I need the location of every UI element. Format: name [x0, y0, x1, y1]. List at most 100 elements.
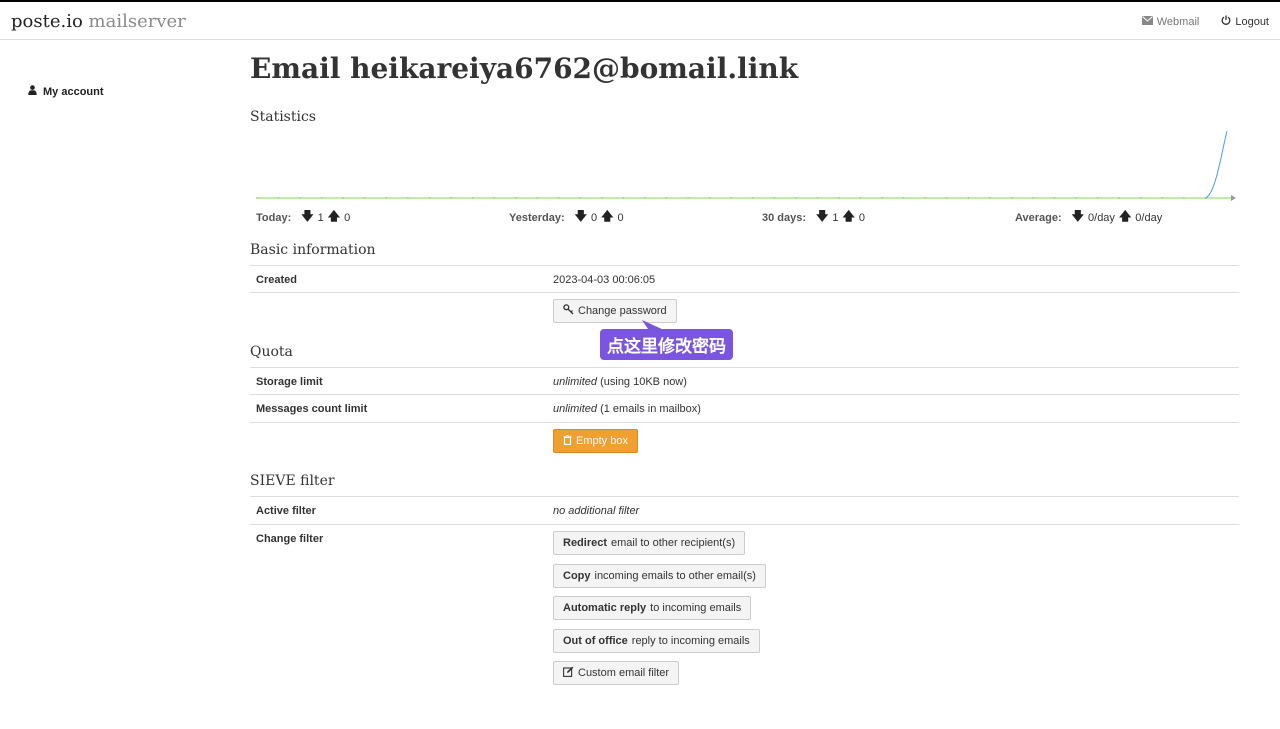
- messages-limit-value: unlimited (1 emails in mailbox): [553, 403, 701, 415]
- brand-main: poste.io: [11, 11, 83, 32]
- empty-box-button[interactable]: Empty box: [553, 429, 638, 453]
- chart-point: [1053, 197, 1056, 199]
- filter-button-bold: Out of office: [563, 635, 628, 647]
- stat-today-out: 0: [344, 211, 351, 224]
- redirect-filter-button[interactable]: Redirect email to other recipient(s): [553, 531, 746, 555]
- chart-series-line: [1205, 130, 1228, 199]
- chart-point: [924, 197, 927, 199]
- chart-point: [536, 197, 539, 199]
- chart-point: [859, 197, 862, 199]
- stat-today: Today: 🡇 1 🡅 0: [256, 207, 350, 228]
- filter-button-bold: Redirect: [563, 537, 608, 549]
- copy-filter-button[interactable]: Copy incoming emails to other email(s): [553, 564, 766, 588]
- top-navbar: poste.io mailserver Webmail Logout: [0, 0, 1280, 40]
- chart-point: [600, 197, 603, 199]
- automatic-reply-filter-button[interactable]: Automatic reply to incoming emails: [553, 596, 752, 620]
- table-row-active-filter: Active filter no additional filter: [250, 496, 1239, 524]
- chart-point: [1096, 197, 1099, 199]
- created-label: Created: [256, 274, 297, 286]
- key-icon: [563, 304, 574, 318]
- chart-point: [881, 197, 884, 199]
- storage-limit-em: unlimited: [553, 376, 598, 388]
- filter-button-text: reply to incoming emails: [631, 635, 750, 647]
- stat-today-in: 1: [317, 211, 324, 224]
- messages-limit-em: unlimited: [553, 403, 598, 415]
- logout-link[interactable]: Logout: [1221, 15, 1269, 28]
- chart-axis-arrow: [1231, 195, 1236, 201]
- chart-point: [557, 197, 560, 199]
- row-divider: [250, 422, 1239, 423]
- custom-email-filter-button[interactable]: Custom email filter: [553, 661, 680, 685]
- filter-button-text: to incoming emails: [650, 602, 742, 614]
- annotation-callout: 点这里修改密码: [600, 329, 733, 360]
- chart-point: [428, 197, 431, 199]
- filter-button-text: Custom email filter: [578, 667, 670, 679]
- chart-point: [708, 197, 711, 199]
- stat-yesterday-label: Yesterday:: [509, 211, 565, 224]
- chart-point: [902, 197, 905, 199]
- chart-point: [256, 197, 258, 199]
- stat-average-in: 0/day: [1088, 211, 1115, 224]
- chart-point: [514, 197, 517, 199]
- chart-point: [1139, 197, 1142, 199]
- row-divider: [250, 292, 1239, 293]
- stat-average-label: Average:: [1015, 211, 1062, 224]
- messages-limit-rest: (1 emails in mailbox): [600, 403, 701, 415]
- chart-point: [471, 197, 474, 199]
- chart-point: [773, 197, 776, 199]
- trash-icon: [563, 434, 572, 448]
- stat-yesterday-in: 0: [591, 211, 598, 224]
- chart-point: [385, 197, 388, 199]
- envelope-icon: [1141, 15, 1153, 28]
- chart-point: [794, 197, 797, 199]
- brand-sub: mailserver: [88, 11, 186, 32]
- table-row-messages: Messages count limit unlimited (1 emails…: [250, 394, 1239, 422]
- top-nav: Webmail Logout: [1141, 15, 1269, 28]
- change-filter-label: Change filter: [256, 533, 324, 545]
- storage-limit-rest: (using 10KB now): [600, 376, 687, 388]
- chart-point: [1182, 197, 1185, 199]
- chart-point: [493, 197, 496, 199]
- chart-point: [945, 197, 948, 199]
- chart-point: [967, 197, 970, 199]
- filter-button-bold: Automatic reply: [563, 602, 647, 614]
- chart-point: [450, 197, 452, 199]
- chart-point: [342, 197, 345, 199]
- chart-point: [277, 197, 280, 199]
- power-icon: [1221, 15, 1231, 28]
- chart-point: [644, 197, 646, 199]
- brand-logo[interactable]: poste.io mailserver: [11, 11, 186, 32]
- sieve-filter-title: SIEVE filter: [250, 473, 335, 489]
- chart-point: [1032, 197, 1034, 199]
- chart-point: [751, 197, 754, 199]
- logout-label: Logout: [1235, 15, 1269, 28]
- change-password-label: Change password: [578, 305, 667, 317]
- user-icon: [28, 85, 37, 98]
- chart-point: [1010, 197, 1013, 199]
- arrow-down-icon: 🡇: [816, 209, 829, 223]
- stat-30-days-label: 30 days:: [762, 211, 807, 224]
- active-filter-label: Active filter: [256, 505, 316, 517]
- chart-point: [1161, 197, 1164, 199]
- filter-button-bold: Copy: [563, 570, 591, 582]
- chart-point: [838, 197, 840, 199]
- webmail-link[interactable]: Webmail: [1141, 15, 1199, 28]
- sidebar-item-my-account[interactable]: My account: [28, 85, 104, 98]
- quota-title: Quota: [250, 344, 293, 360]
- chart-point: [622, 197, 625, 199]
- table-row-created: Created 2023-04-03 00:06:05: [250, 265, 1239, 293]
- page-title: Email heikareiya6762@bomail.link: [250, 52, 799, 85]
- out-of-office-filter-button[interactable]: Out of office reply to incoming emails: [553, 629, 760, 653]
- chart-point: [1118, 197, 1121, 199]
- stat-30-days: 30 days: 🡇 1 🡅 0: [762, 207, 865, 228]
- table-row-storage: Storage limit unlimited (using 10KB now): [250, 367, 1239, 395]
- chart-point: [730, 197, 733, 199]
- arrow-down-icon: 🡇: [574, 209, 587, 223]
- statistics-chart: [256, 130, 1236, 201]
- chart-point: [816, 197, 819, 199]
- chart-point: [299, 197, 302, 199]
- active-filter-em: no additional filter: [553, 505, 640, 517]
- chart-point: [687, 197, 690, 199]
- basic-information-title: Basic information: [250, 242, 376, 258]
- chart-point: [988, 197, 991, 199]
